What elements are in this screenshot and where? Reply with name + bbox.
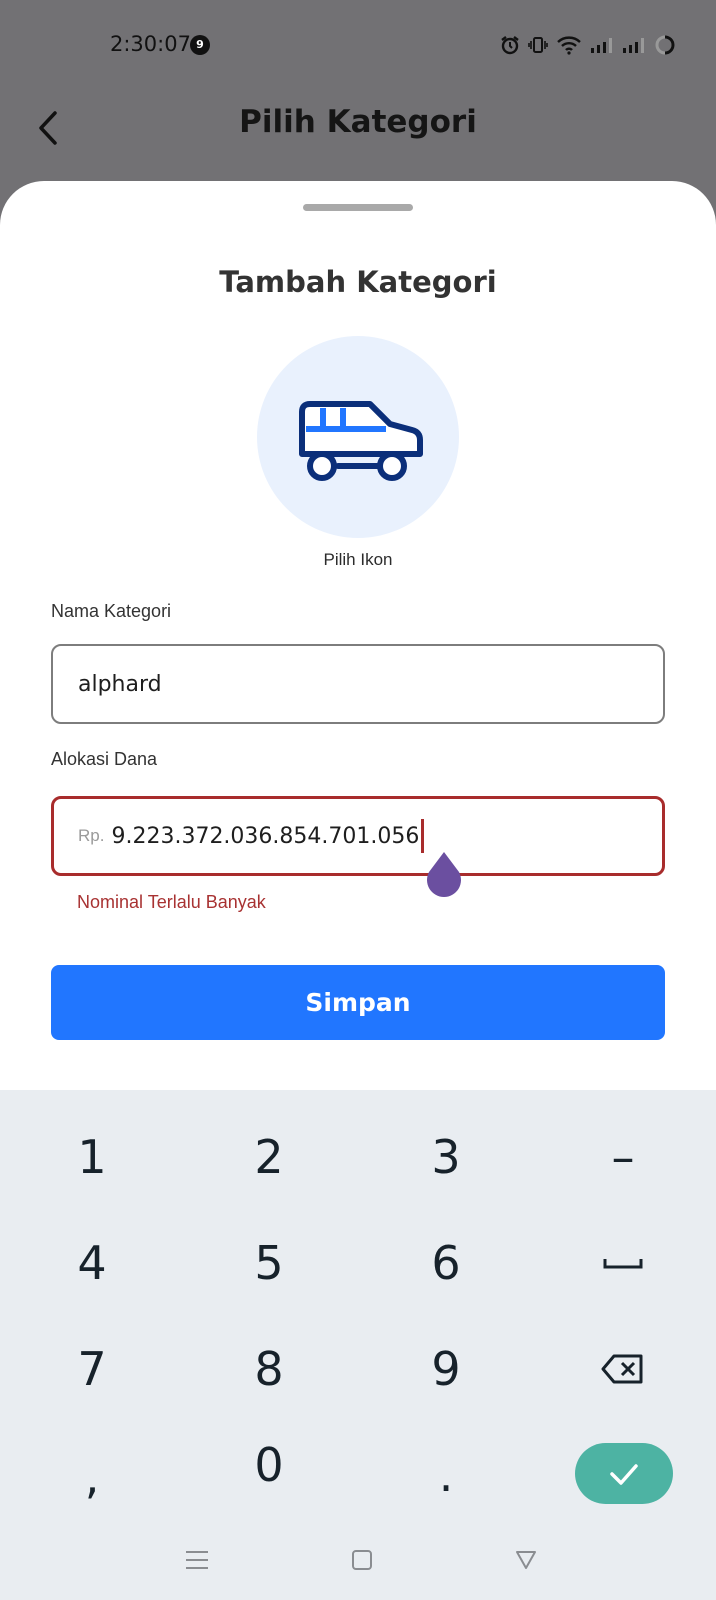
vibrate-icon bbox=[528, 37, 548, 53]
nav-menu-button[interactable] bbox=[177, 1542, 217, 1578]
key-6[interactable]: 6 bbox=[376, 1218, 516, 1308]
nav-back-button[interactable] bbox=[506, 1542, 546, 1578]
key-5[interactable]: 5 bbox=[199, 1218, 339, 1308]
alarm-icon bbox=[501, 36, 519, 55]
key-dot[interactable]: . bbox=[376, 1430, 516, 1520]
key-comma[interactable]: , bbox=[22, 1432, 162, 1522]
key-2[interactable]: 2 bbox=[199, 1112, 339, 1202]
key-7[interactable]: 7 bbox=[22, 1324, 162, 1414]
back-triangle-icon bbox=[516, 1551, 536, 1569]
category-name-label: Nama Kategori bbox=[51, 601, 172, 621]
numeric-keyboard: 1 2 3 – 4 5 6 7 8 9 , 0 . bbox=[0, 1090, 716, 1600]
text-cursor bbox=[421, 819, 425, 853]
check-icon bbox=[610, 1463, 638, 1485]
home-icon bbox=[352, 1550, 372, 1570]
status-bar: 2:30:07 9 bbox=[0, 0, 716, 90]
key-8[interactable]: 8 bbox=[199, 1324, 339, 1414]
enter-key[interactable] bbox=[575, 1443, 673, 1504]
space-icon bbox=[603, 1259, 643, 1269]
system-nav-bar bbox=[0, 1520, 716, 1600]
status-time: 2:30:07 bbox=[110, 32, 191, 56]
wifi-icon bbox=[557, 36, 581, 55]
drag-handle[interactable] bbox=[303, 204, 413, 211]
battery-icon bbox=[655, 35, 675, 55]
currency-prefix: Rp. bbox=[78, 826, 105, 845]
key-4[interactable]: 4 bbox=[22, 1218, 162, 1308]
car-icon bbox=[299, 401, 423, 481]
cursor-handle[interactable] bbox=[425, 852, 463, 898]
menu-icon bbox=[186, 1551, 208, 1569]
category-name-value: alphard bbox=[78, 671, 162, 697]
signal-icon bbox=[623, 38, 644, 53]
key-3[interactable]: 3 bbox=[376, 1112, 516, 1202]
category-name-input[interactable]: alphard bbox=[51, 644, 665, 724]
key-space[interactable] bbox=[553, 1218, 693, 1308]
key-dash[interactable]: – bbox=[553, 1112, 693, 1202]
backspace-icon bbox=[601, 1354, 643, 1384]
allocation-label: Alokasi Dana bbox=[51, 749, 158, 769]
save-button[interactable]: Simpan bbox=[51, 965, 665, 1040]
icon-picker-button[interactable] bbox=[257, 336, 459, 538]
sheet-title: Tambah Kategori bbox=[219, 265, 497, 299]
notification-badge: 9 bbox=[190, 35, 210, 55]
allocation-input[interactable]: Rp. 9.223.372.036.854.701.056 bbox=[51, 796, 665, 876]
page-title: Pilih Kategori bbox=[239, 104, 477, 140]
icon-picker-label: Pilih Ikon bbox=[323, 550, 393, 569]
nav-home-button[interactable] bbox=[342, 1542, 382, 1578]
key-1[interactable]: 1 bbox=[22, 1112, 162, 1202]
key-9[interactable]: 9 bbox=[376, 1324, 516, 1414]
status-icons bbox=[500, 33, 676, 57]
signal-icon bbox=[591, 38, 612, 53]
allocation-value: 9.223.372.036.854.701.056 bbox=[111, 823, 420, 849]
allocation-error: Nominal Terlalu Banyak bbox=[77, 892, 266, 912]
key-backspace[interactable] bbox=[553, 1324, 693, 1414]
key-0[interactable]: 0 bbox=[199, 1420, 339, 1510]
